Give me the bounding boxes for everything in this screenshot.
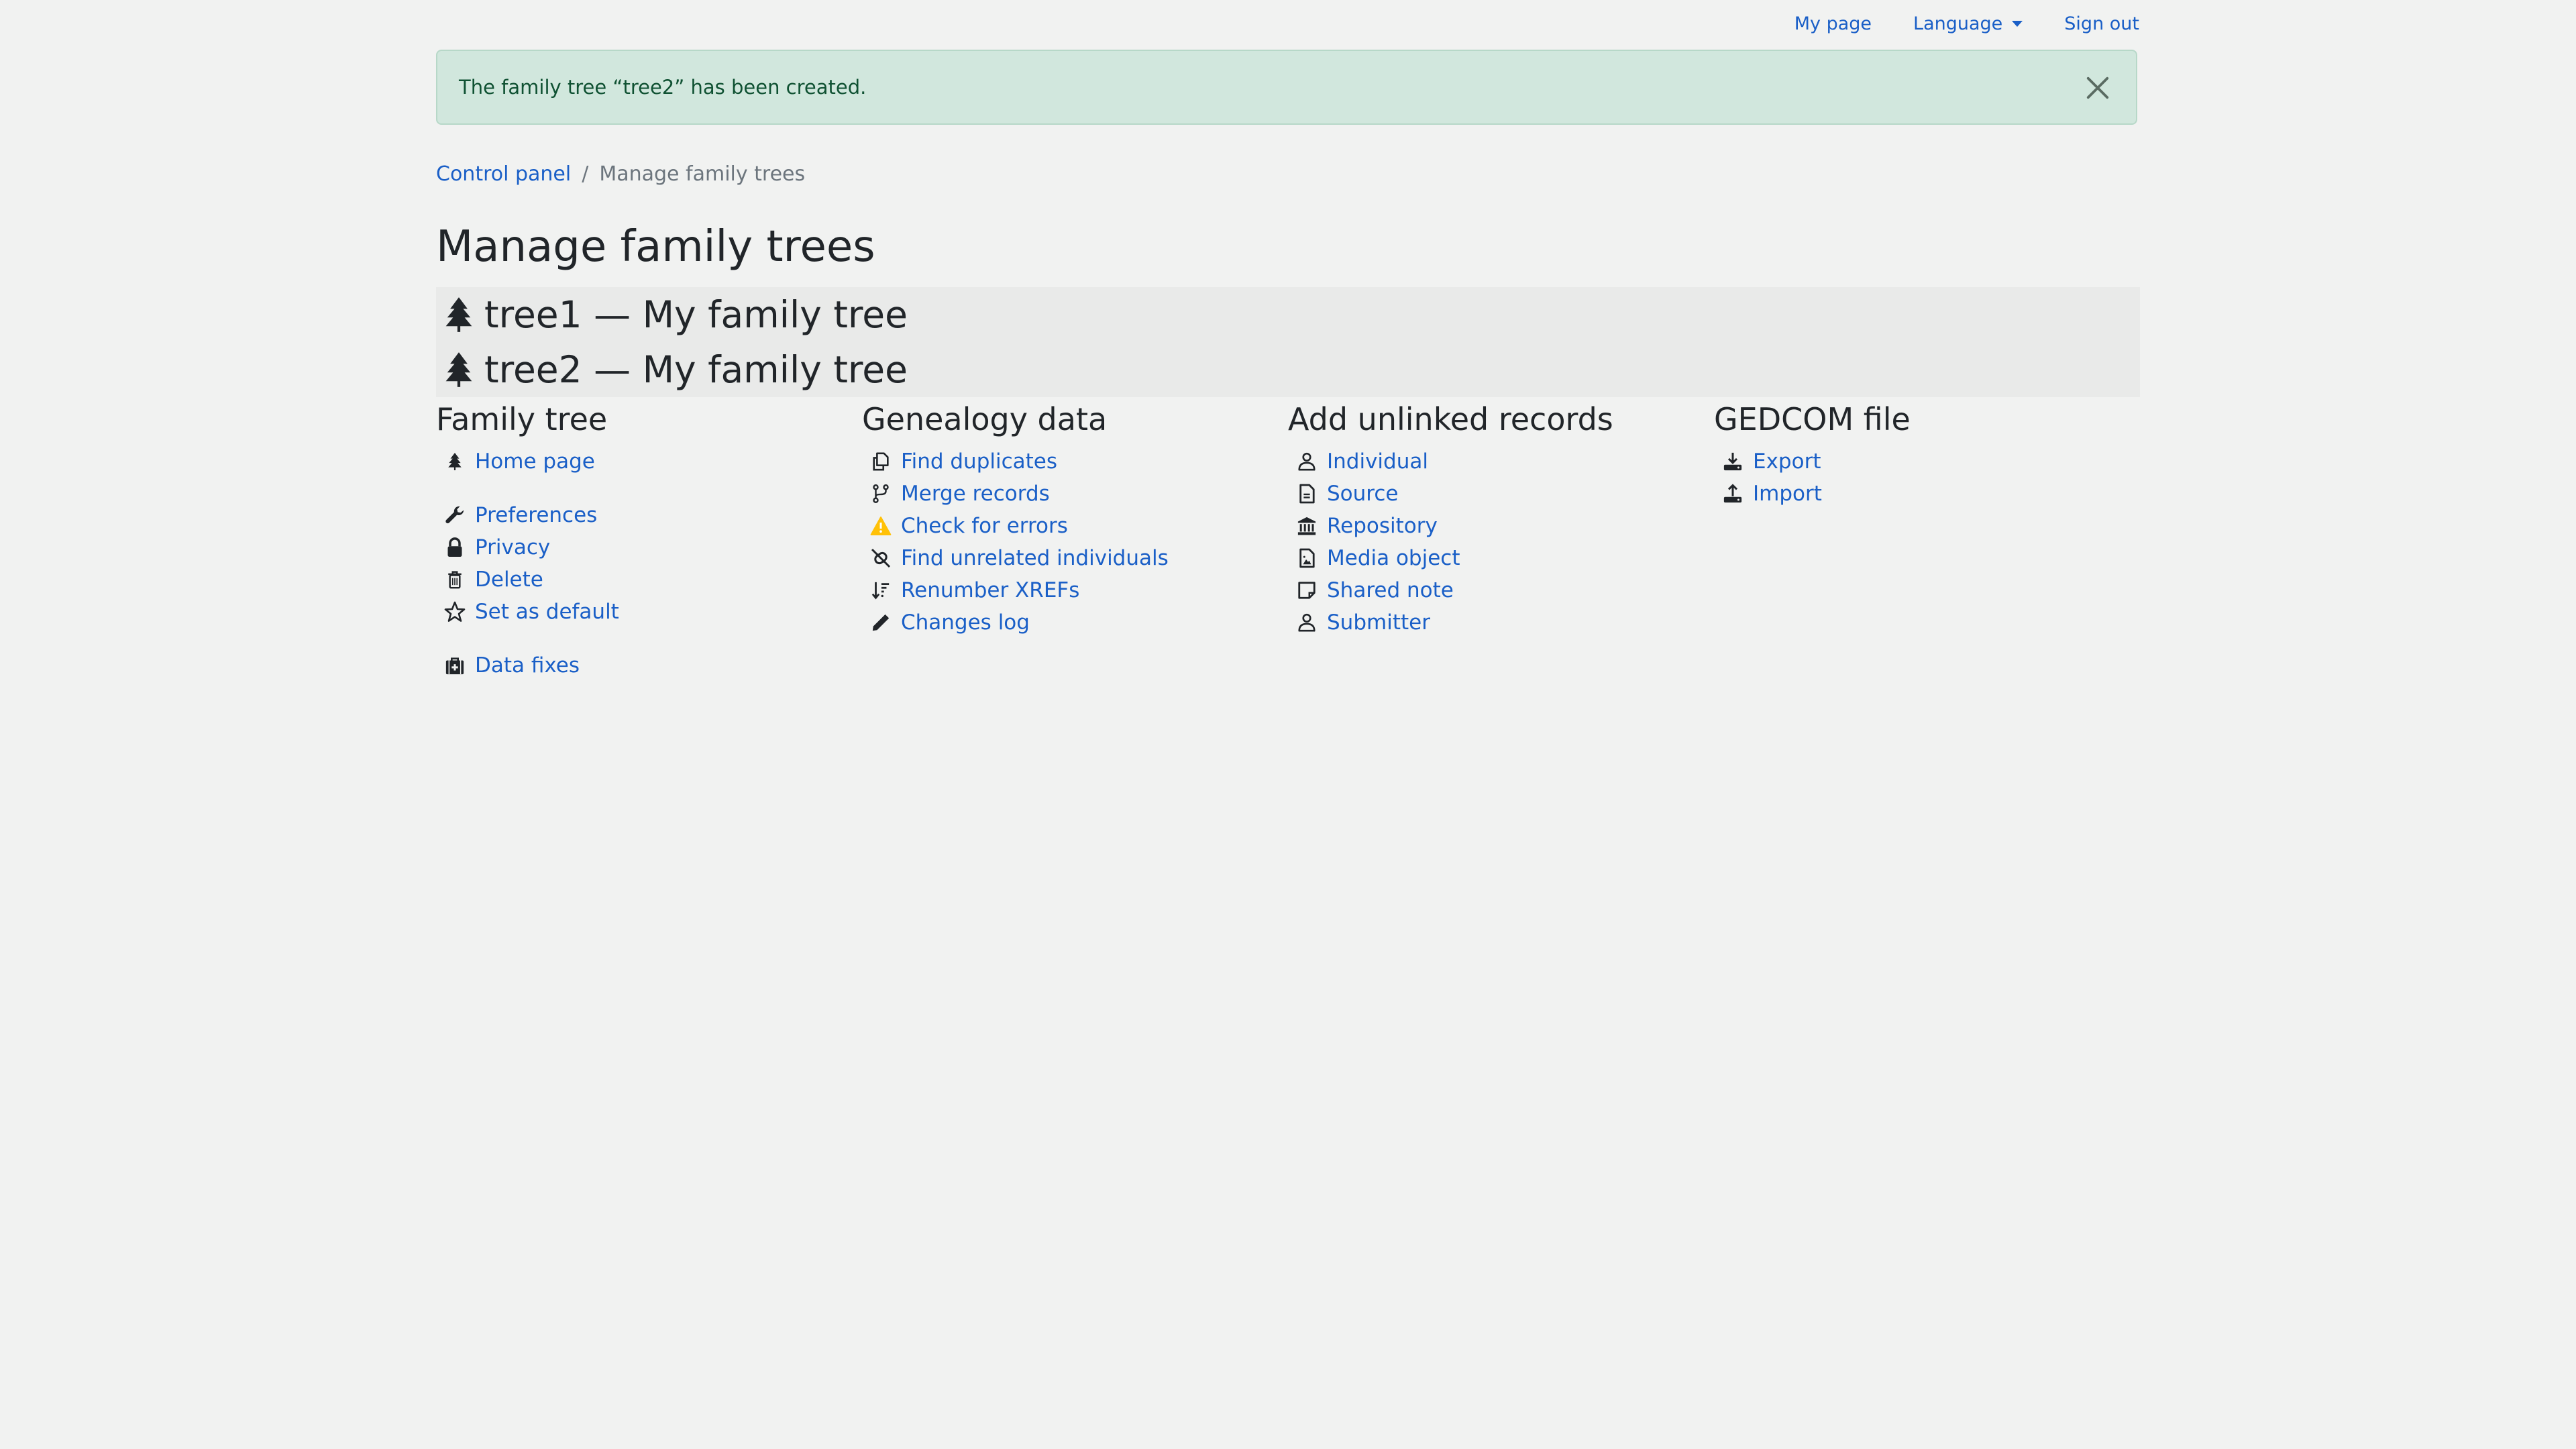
delete-link[interactable]: Delete <box>475 568 543 592</box>
menu-item-merge-records[interactable]: Merge records <box>862 478 1288 510</box>
sign-out-link[interactable]: Sign out <box>2043 9 2160 38</box>
close-icon[interactable] <box>2085 75 2110 101</box>
section-title: Family tree <box>436 401 608 437</box>
renumber-xrefs-link[interactable]: Renumber XREFs <box>901 578 1079 602</box>
language-label: Language <box>1913 13 2003 34</box>
tree-list: tree1 — My family tree tree2 — My family… <box>436 287 2140 397</box>
menu-item-check-for-errors[interactable]: Check for errors <box>862 510 1288 542</box>
merge-records-link[interactable]: Merge records <box>901 482 1050 506</box>
tree-icon <box>444 451 466 472</box>
medkit-icon <box>444 655 466 676</box>
media-object-link[interactable]: Media object <box>1327 546 1460 570</box>
menu-item-renumber-xrefs[interactable]: Renumber XREFs <box>862 574 1288 606</box>
data-fixes-link[interactable]: Data fixes <box>475 653 580 678</box>
tree-label: tree2 — My family tree <box>484 348 908 391</box>
trash-icon <box>444 569 466 590</box>
page-title: Manage family trees <box>436 222 875 272</box>
menu-item-find-unrelated[interactable]: Find unrelated individuals <box>862 542 1288 574</box>
tree-icon <box>441 296 476 333</box>
home-page-link[interactable]: Home page <box>475 449 595 474</box>
import-link[interactable]: Import <box>1753 482 1822 506</box>
menu-item-changes-log[interactable]: Changes log <box>862 606 1288 639</box>
section-title: GEDCOM file <box>1714 401 1911 437</box>
menu-item-find-duplicates[interactable]: Find duplicates <box>862 445 1288 478</box>
breadcrumb-current: Manage family trees <box>599 162 806 186</box>
file-image-icon <box>1296 547 1318 569</box>
set-as-default-link[interactable]: Set as default <box>475 600 619 624</box>
star-icon <box>444 601 466 623</box>
menu-item-set-as-default[interactable]: Set as default <box>436 596 862 628</box>
repository-link[interactable]: Repository <box>1327 514 1438 538</box>
section-title: Genealogy data <box>862 401 1108 437</box>
preferences-link[interactable]: Preferences <box>475 503 597 527</box>
menu-item-shared-note[interactable]: Shared note <box>1288 574 1714 606</box>
section-family-tree: Family tree Home page Preferences Privac… <box>436 400 862 682</box>
source-link[interactable]: Source <box>1327 482 1398 506</box>
menu-item-delete[interactable]: Delete <box>436 564 862 596</box>
alert-message: The family tree “tree2” has been created… <box>459 76 867 99</box>
section-title: Add unlinked records <box>1288 401 1613 437</box>
tree-icon <box>441 351 476 388</box>
menu-item-data-fixes[interactable]: Data fixes <box>436 649 862 682</box>
tree-actions: Family tree Home page Preferences Privac… <box>436 400 2140 682</box>
lock-icon <box>444 537 466 558</box>
menu-item-home-page[interactable]: Home page <box>436 445 862 478</box>
find-unrelated-individuals-link[interactable]: Find unrelated individuals <box>901 546 1169 570</box>
user-icon <box>1296 612 1318 633</box>
menu-item-privacy[interactable]: Privacy <box>436 531 862 564</box>
success-alert: The family tree “tree2” has been created… <box>436 50 2137 125</box>
warning-icon <box>870 515 892 537</box>
unlink-icon <box>870 547 892 569</box>
submitter-link[interactable]: Submitter <box>1327 610 1430 635</box>
export-link[interactable]: Export <box>1753 449 1821 474</box>
menu-item-import[interactable]: Import <box>1714 478 2140 510</box>
file-icon <box>1296 483 1318 504</box>
menu-item-export[interactable]: Export <box>1714 445 2140 478</box>
privacy-link[interactable]: Privacy <box>475 535 550 559</box>
breadcrumb-separator: / <box>582 162 589 186</box>
language-dropdown[interactable]: Language <box>1892 9 2043 38</box>
menu-item-media-object[interactable]: Media object <box>1288 542 1714 574</box>
check-for-errors-link[interactable]: Check for errors <box>901 514 1068 538</box>
caret-down-icon <box>2012 21 2023 27</box>
tree-row-tree2[interactable]: tree2 — My family tree <box>436 342 2140 397</box>
copy-icon <box>870 451 892 472</box>
individual-link[interactable]: Individual <box>1327 449 1428 474</box>
shared-note-link[interactable]: Shared note <box>1327 578 1454 602</box>
my-page-link[interactable]: My page <box>1774 9 1892 38</box>
breadcrumb-control-panel[interactable]: Control panel <box>436 162 571 186</box>
menu-item-individual[interactable]: Individual <box>1288 445 1714 478</box>
user-icon <box>1296 451 1318 472</box>
section-genealogy-data: Genealogy data Find duplicates Merge rec… <box>862 400 1288 682</box>
sort-down-icon <box>870 580 892 601</box>
menu-item-repository[interactable]: Repository <box>1288 510 1714 542</box>
menu-item-preferences[interactable]: Preferences <box>436 499 862 531</box>
changes-log-link[interactable]: Changes log <box>901 610 1030 635</box>
menu-item-submitter[interactable]: Submitter <box>1288 606 1714 639</box>
download-icon <box>1722 451 1743 472</box>
tree-label: tree1 — My family tree <box>484 293 908 336</box>
code-branch-icon <box>870 483 892 504</box>
pencil-icon <box>870 612 892 633</box>
section-gedcom-file: GEDCOM file Export Import <box>1714 400 2140 682</box>
sticky-note-icon <box>1296 580 1318 601</box>
find-duplicates-link[interactable]: Find duplicates <box>901 449 1057 474</box>
section-add-unlinked-records: Add unlinked records Individual Source R… <box>1288 400 1714 682</box>
menu-item-source[interactable]: Source <box>1288 478 1714 510</box>
top-navigation: My page Language Sign out <box>1774 9 2160 38</box>
wrench-icon <box>444 504 466 526</box>
tree-row-tree1[interactable]: tree1 — My family tree <box>436 287 2140 342</box>
breadcrumb: Control panel / Manage family trees <box>436 162 805 186</box>
upload-icon <box>1722 483 1743 504</box>
bank-icon <box>1296 515 1318 537</box>
